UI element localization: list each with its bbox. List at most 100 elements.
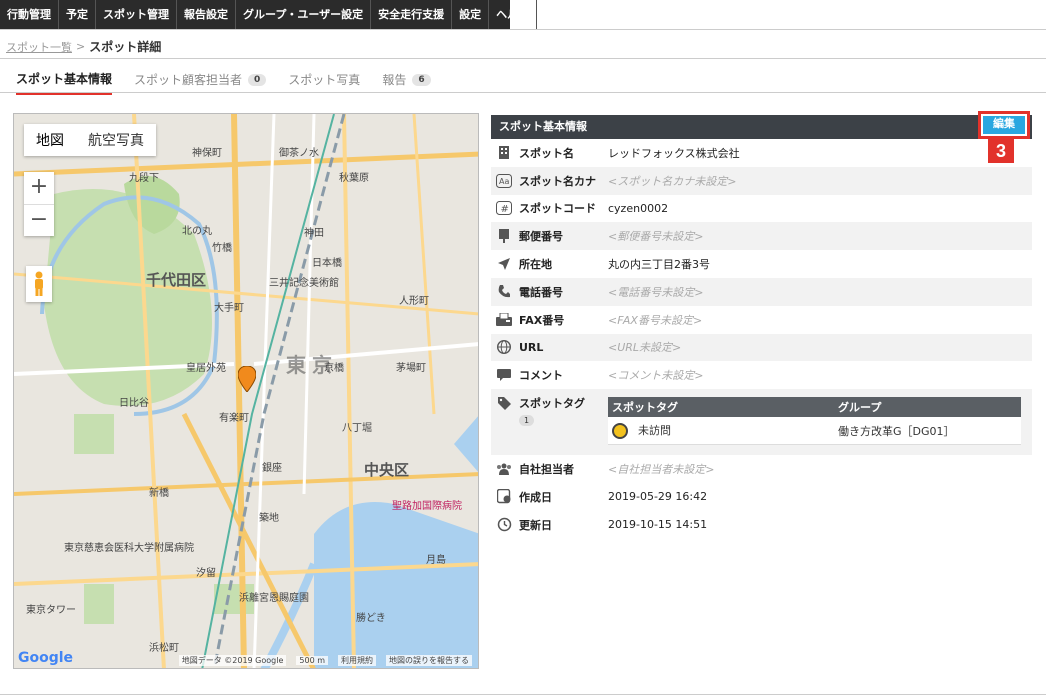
field-value: cyzen0002: [608, 201, 669, 215]
google-logo: Google: [18, 650, 73, 666]
nav-item-schedule[interactable]: 予定: [59, 0, 96, 29]
field-label: FAX番号: [519, 313, 565, 327]
field-value: 丸の内三丁目2番3号: [608, 258, 710, 272]
location-marker-icon[interactable]: [238, 366, 256, 392]
globe-icon: [491, 340, 517, 355]
map-label-tokyo-tower: 東京タワー: [26, 605, 76, 616]
nav-item-spot-management[interactable]: スポット管理: [96, 0, 177, 29]
document-create-icon: [491, 489, 517, 504]
row-address: 所在地 丸の内三丁目2番3号: [491, 250, 1032, 278]
field-value: <URL未設定>: [608, 341, 682, 355]
page-title: スポット詳細: [89, 40, 162, 54]
field-value: <コメント未設定>: [608, 369, 704, 383]
map-label-ningyocho: 人形町: [399, 296, 429, 307]
map-label-tsukiji: 築地: [259, 513, 279, 524]
map-label-seiroka: 聖路加国際病院: [392, 501, 462, 512]
map-label-ginza: 銀座: [262, 463, 282, 474]
field-label: 自社担当者: [519, 463, 574, 477]
text-aa-icon: Aa: [491, 173, 517, 188]
map-label-kanda: 神田: [304, 228, 324, 239]
spot-info-panel: スポット基本情報 編集 スポット名 レッドフォックス株式会社 Aa スポット名カ…: [491, 111, 1032, 539]
field-value: <自社担当者未設定>: [608, 463, 715, 477]
tags-label-block: スポットタグ 1: [517, 395, 608, 445]
map-label-chuo: 中央区: [364, 461, 410, 479]
breadcrumb-spot-list-link[interactable]: スポット一覧: [6, 39, 72, 55]
map-label-hibiya: 日比谷: [119, 398, 149, 409]
field-label: スポット名カナ: [519, 174, 596, 188]
row-spot-name-kana: Aa スポット名カナ <スポット名カナ未設定>: [491, 166, 1032, 195]
map-label-kayabacho: 茅場町: [396, 363, 426, 374]
map-report-error-link[interactable]: 地図の誤りを報告する: [386, 654, 472, 666]
nav-item-report-settings[interactable]: 報告設定: [177, 0, 236, 29]
map-type-control: 地図 航空写真: [24, 124, 156, 156]
row-internal-staff: 自社担当者 <自社担当者未設定>: [491, 455, 1032, 483]
nav-item-settings[interactable]: 設定: [452, 0, 490, 29]
zoom-out-button[interactable]: −: [24, 204, 54, 236]
tabs-divider: [0, 92, 1046, 93]
nav-item-help[interactable]: ヘルプ: [489, 0, 538, 29]
map-terms-link[interactable]: 利用規約: [338, 654, 376, 666]
svg-text:#: #: [501, 204, 509, 215]
navigation-arrow-icon: [491, 258, 517, 271]
map-label-nihonbashi: 日本橋: [312, 258, 342, 269]
postal-icon: [491, 229, 517, 244]
map-label-kitanomaru: 北の丸: [182, 226, 212, 237]
tag-table: スポットタグ グループ 未訪問 働き方改革G［DG01］: [608, 397, 1021, 446]
map-label-chiyoda: 千代田区: [146, 271, 207, 289]
zoom-in-button[interactable]: +: [24, 172, 54, 204]
map-label-kachidoki: 勝どき: [356, 613, 386, 624]
panel-title: スポット基本情報: [499, 120, 587, 133]
nav-item-safe-driving[interactable]: 安全走行支援: [371, 0, 453, 29]
fax-icon: [491, 313, 517, 327]
col-header-group: グループ: [834, 397, 1021, 418]
field-value: <FAX番号未設定>: [608, 313, 703, 327]
svg-text:Aa: Aa: [499, 177, 509, 186]
map-type-satellite-button[interactable]: 航空写真: [76, 124, 156, 156]
nav-menu: 行動管理 予定 スポット管理 報告設定 グループ・ユーザー設定 安全走行支援 設…: [0, 0, 538, 29]
field-value: <スポット名カナ未設定>: [608, 174, 737, 188]
table-row: 未訪問 働き方改革G［DG01］: [608, 417, 1021, 446]
nav-divider: [0, 29, 1046, 30]
google-logo-text: Google: [18, 650, 74, 666]
building-icon: [491, 146, 517, 160]
field-value: レッドフォックス株式会社: [608, 146, 740, 160]
breadcrumb-divider: [0, 58, 1046, 59]
field-label: 所在地: [519, 258, 552, 272]
street-view-pegman-icon[interactable]: [26, 266, 52, 302]
col-header-tag: スポットタグ: [608, 397, 834, 418]
group-value: 働き方改革G［DG01］: [834, 417, 1021, 446]
map-scale: 500 m: [296, 655, 328, 665]
map-label-hamarikyu: 浜離宮恩賜庭園: [239, 593, 309, 604]
row-created-date: 作成日 2019-05-29 16:42: [491, 483, 1032, 511]
map-label-takebashi: 竹橋: [212, 243, 232, 254]
hash-icon: #: [491, 201, 517, 216]
nav-item-group-user-settings[interactable]: グループ・ユーザー設定: [236, 0, 372, 29]
map-label-yurakucho: 有楽町: [219, 413, 249, 424]
count-badge: 6: [412, 73, 431, 86]
field-label: 更新日: [519, 518, 552, 532]
row-updated-date: 更新日 2019-10-15 14:51: [491, 511, 1032, 539]
top-navbar: 行動管理 予定 スポット管理 報告設定 グループ・ユーザー設定 安全走行支援 設…: [0, 0, 1046, 30]
history-clock-icon: [491, 517, 517, 532]
step-number-badge: 3: [988, 139, 1014, 163]
breadcrumb-separator: >: [76, 40, 86, 53]
field-value: 2019-05-29 16:42: [608, 490, 708, 504]
edit-button-label: 編集: [983, 116, 1025, 134]
tab-label: 報告: [382, 73, 407, 87]
map-data-credit: 地図データ ©2019 Google: [178, 654, 287, 666]
row-spot-tags: スポットタグ 1 スポットタグ グループ 未訪問 働き方改革G［DG01］: [491, 389, 1032, 456]
field-label: URL: [519, 340, 544, 354]
map-label-shinbashi: 新橋: [149, 488, 169, 499]
tag-icon: [491, 395, 517, 445]
tag-count-badge: 1: [519, 415, 535, 427]
edit-button[interactable]: 編集: [978, 111, 1030, 139]
map-view[interactable]: 千代田区 中央区 東京 九段下 神保町 御茶ノ水 秋葉原 神田 大手町 日本橋 …: [13, 113, 479, 669]
field-label: コメント: [519, 369, 563, 383]
map-label-mitsui: 三井記念美術館: [269, 278, 339, 289]
row-phone: 電話番号 <電話番号未設定>: [491, 277, 1032, 306]
map-label-kudanshita: 九段下: [129, 173, 159, 184]
field-label: スポットコード: [519, 202, 596, 216]
nav-item-activity[interactable]: 行動管理: [0, 0, 59, 29]
tag-cell: 未訪問: [608, 417, 834, 446]
map-type-map-button[interactable]: 地図: [24, 124, 76, 156]
